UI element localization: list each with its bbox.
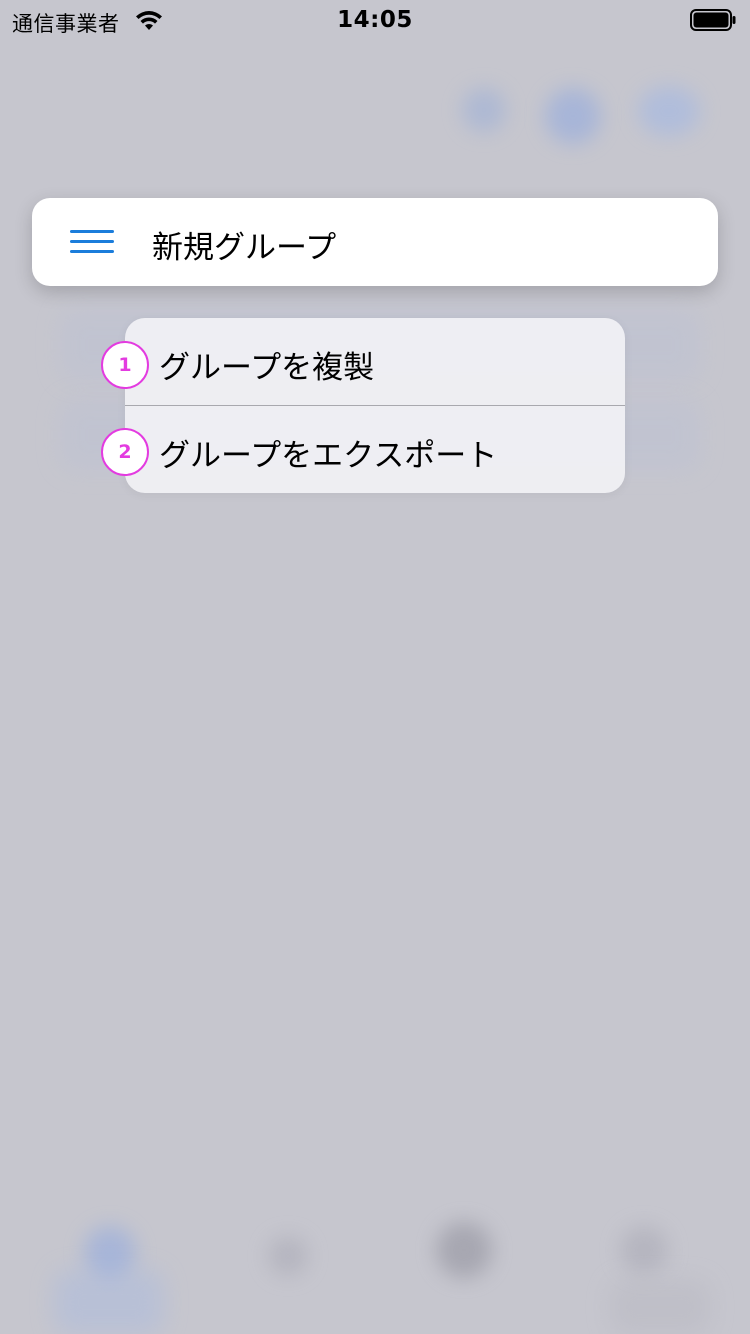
background-blurred-tab bbox=[54, 1270, 164, 1334]
status-bar: 通信事業者 14:05 bbox=[0, 0, 750, 40]
background-blurred-tab bbox=[610, 1280, 710, 1334]
step-badge-2: 2 bbox=[101, 428, 149, 476]
menu-item-label: グループを複製 bbox=[159, 350, 375, 386]
background-blurred-icon bbox=[545, 88, 601, 144]
step-badge-1: 1 bbox=[101, 341, 149, 389]
group-title: 新規グループ bbox=[152, 230, 337, 266]
group-title-card[interactable]: 新規グループ bbox=[32, 198, 718, 286]
menu-item-duplicate-group[interactable]: グループを複製 bbox=[125, 318, 625, 405]
menu-item-label: グループをエクスポート bbox=[159, 438, 498, 474]
clock: 14:05 bbox=[337, 7, 413, 33]
menu-item-export-group[interactable]: グループをエクスポート bbox=[125, 406, 625, 493]
background-blurred-tab-icon bbox=[268, 1236, 308, 1276]
battery-icon bbox=[690, 9, 736, 31]
background-blurred-tab-icon bbox=[620, 1226, 668, 1274]
hamburger-menu-icon[interactable] bbox=[70, 230, 114, 254]
background-blurred-icon bbox=[638, 86, 700, 136]
background-blurred-tab-icon bbox=[436, 1222, 492, 1278]
context-menu: グループを複製 グループをエクスポート bbox=[125, 318, 625, 493]
background-blurred-icon bbox=[462, 88, 506, 132]
